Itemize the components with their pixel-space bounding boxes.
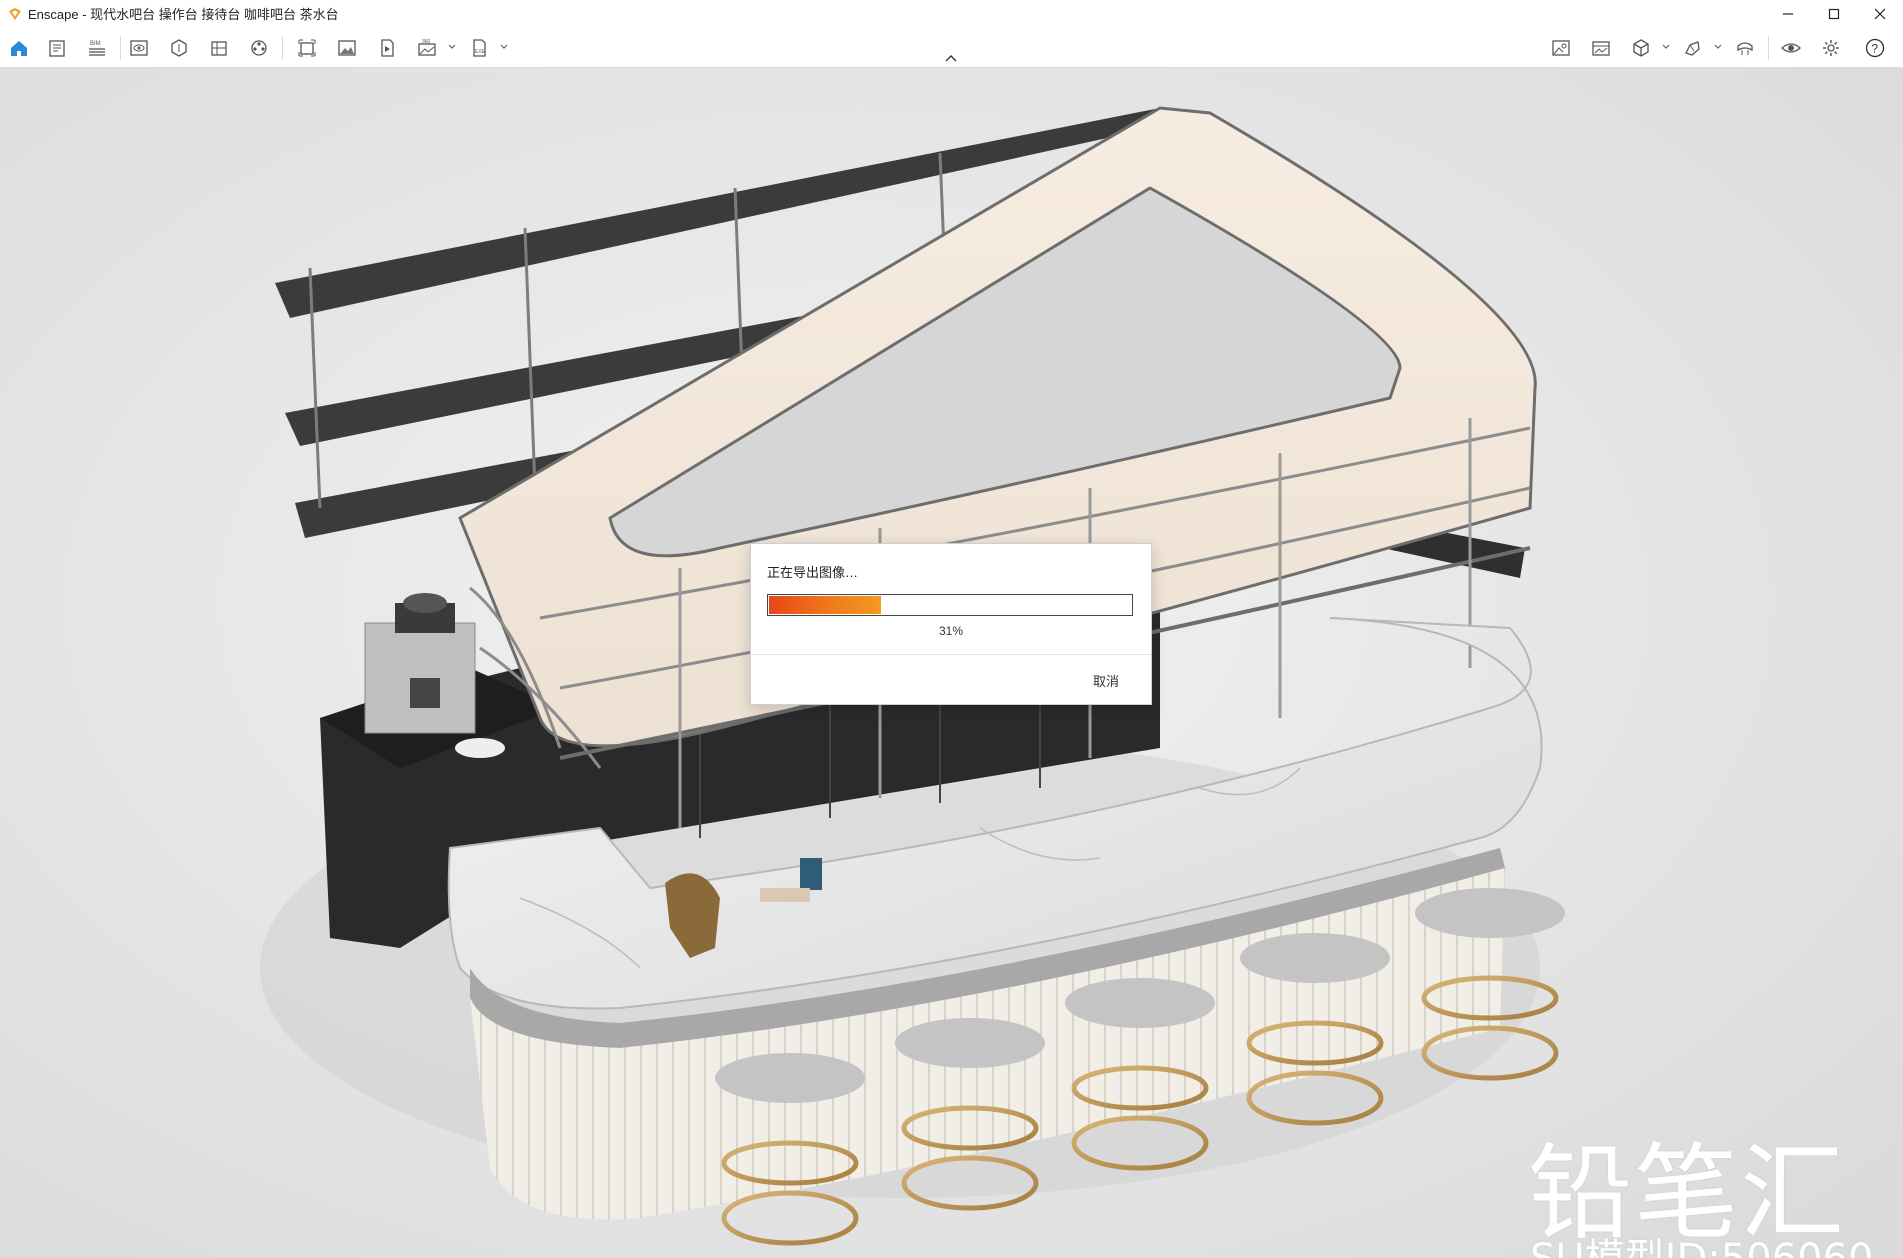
home-icon [11, 41, 27, 56]
enscape-logo-icon [9, 7, 21, 20]
annotations-button[interactable] [1680, 35, 1706, 61]
bim-button[interactable]: BIM [84, 35, 110, 61]
annotations-dropdown[interactable] [1713, 40, 1723, 54]
visibility-icon [1781, 43, 1801, 53]
toolbar-separator [282, 36, 283, 60]
exe-export-icon: EXE [473, 39, 486, 57]
close-icon [1874, 8, 1886, 19]
dialog-divider [751, 654, 1151, 655]
export-dropdown[interactable] [499, 40, 509, 54]
vr-icon [1737, 42, 1753, 55]
svg-text:EXE: EXE [475, 49, 486, 55]
image-compare-icon [1552, 40, 1570, 56]
close-button[interactable] [1857, 0, 1903, 27]
maximize-icon [1828, 8, 1840, 19]
panorama-icon: 360 [418, 39, 436, 56]
project-settings-icon [49, 40, 65, 57]
vr-button[interactable] [1732, 35, 1758, 61]
panorama-button[interactable]: 360 [414, 35, 440, 61]
batch-render-button[interactable] [294, 35, 320, 61]
settings-icon [1823, 40, 1839, 56]
watermark-model-id: SU模型ID:506060 [1530, 1226, 1873, 1258]
video-button[interactable] [374, 35, 400, 61]
image-compare-button[interactable] [1548, 35, 1574, 61]
image-gallery-button[interactable] [1588, 35, 1614, 61]
chevron-down-icon [448, 44, 456, 49]
help-icon: ? [1865, 38, 1885, 58]
progress-percent: 31% [938, 624, 964, 638]
chevron-down-icon [1714, 44, 1722, 49]
home-button[interactable] [6, 35, 32, 61]
assets-icon [251, 40, 267, 56]
materials-button[interactable] [206, 35, 232, 61]
svg-text:?: ? [1871, 42, 1878, 56]
screenshot-button[interactable] [334, 35, 360, 61]
minimize-button[interactable] [1765, 0, 1811, 27]
screenshot-icon [338, 40, 356, 56]
batch-render-icon [298, 39, 316, 57]
help-button[interactable]: ? [1862, 35, 1888, 61]
visual-settings-icon [130, 40, 148, 56]
video-icon [381, 39, 394, 57]
minimize-icon [1783, 12, 1793, 15]
window-controls [1765, 0, 1903, 27]
collapse-toolbar-button[interactable] [941, 51, 961, 65]
dialog-title: 正在导出图像… [767, 565, 859, 580]
exe-export-button[interactable]: EXE [466, 35, 492, 61]
svg-text:360: 360 [422, 39, 431, 45]
chevron-down-icon [1662, 44, 1670, 49]
export-progress-dialog: 正在导出图像… 31% 取消 [750, 543, 1152, 705]
cube-view-dropdown[interactable] [1661, 40, 1671, 54]
maximize-button[interactable] [1811, 0, 1857, 27]
assets-button[interactable] [246, 35, 272, 61]
image-gallery-icon [1592, 41, 1610, 56]
cancel-button[interactable]: 取消 [1093, 671, 1119, 690]
chevron-up-icon [945, 55, 957, 62]
settings-button[interactable] [1818, 35, 1844, 61]
toolbar-separator [120, 36, 121, 60]
views-button[interactable] [166, 35, 192, 61]
annotations-icon [1685, 41, 1700, 56]
materials-icon [211, 41, 227, 56]
progress-fill [769, 596, 882, 614]
export-progress-bar [767, 594, 1133, 616]
project-settings-button[interactable] [44, 35, 70, 61]
visual-settings-button[interactable] [126, 35, 152, 61]
toolbar-separator [1768, 36, 1769, 60]
title-bar: Enscape - 现代水吧台 操作台 接待台 咖啡吧台 茶水台 [0, 0, 1903, 28]
panorama-dropdown[interactable] [447, 40, 457, 54]
cube-view-icon [1633, 39, 1649, 57]
bim-label: BIM [90, 41, 101, 47]
cube-view-button[interactable] [1628, 35, 1654, 61]
visibility-button[interactable] [1778, 35, 1804, 61]
chevron-down-icon [500, 44, 508, 49]
window-title: Enscape - 现代水吧台 操作台 接待台 咖啡吧台 茶水台 [28, 7, 339, 22]
bim-icon: BIM [89, 41, 105, 56]
views-icon [171, 39, 187, 57]
